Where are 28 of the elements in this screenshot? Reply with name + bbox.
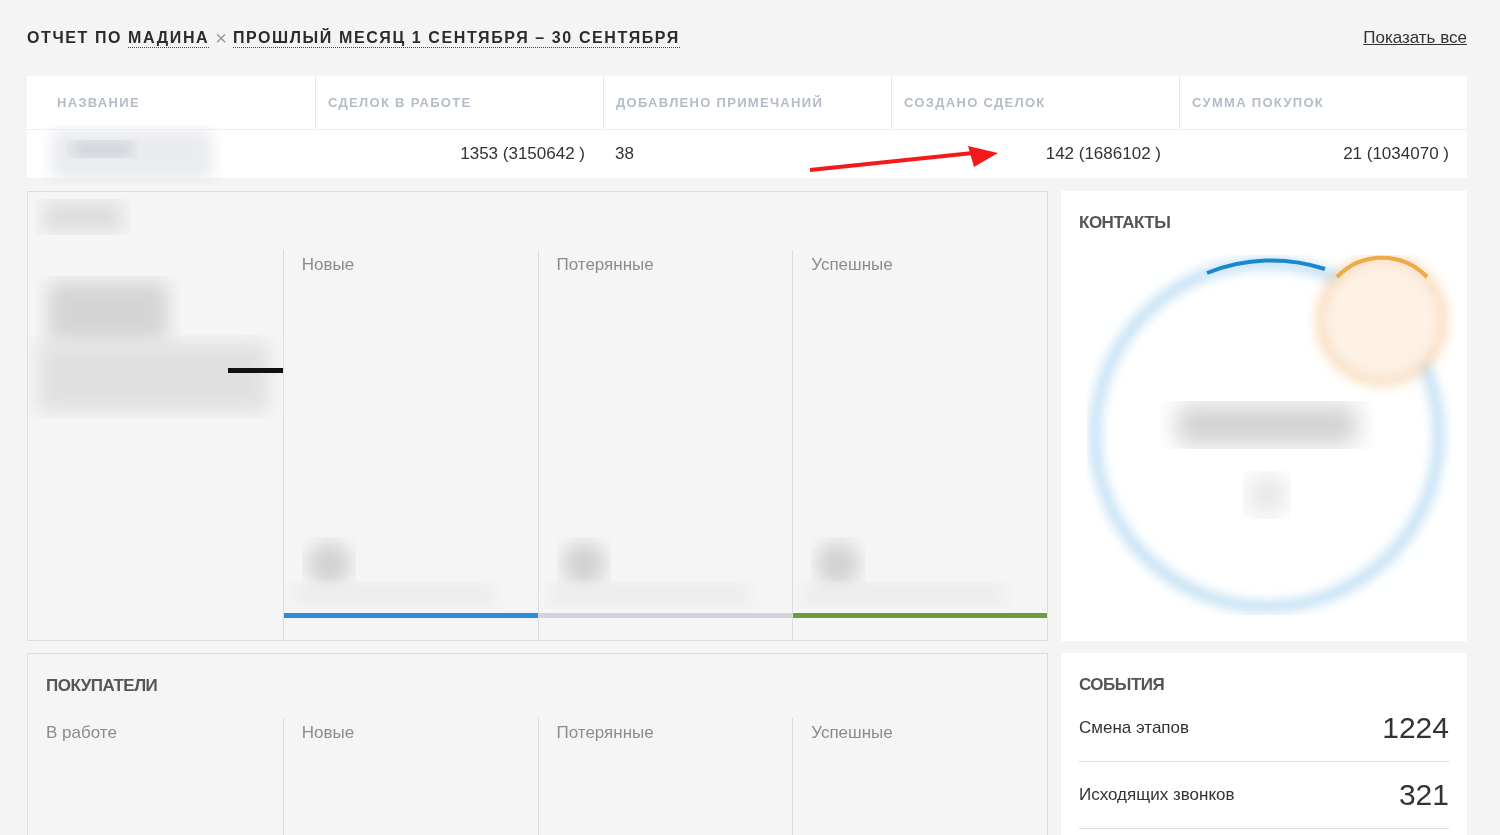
- stage-label: Потерянные: [555, 722, 655, 744]
- column-header[interactable]: СДЕЛОК В РАБОТЕ: [315, 76, 603, 129]
- event-label: Исходящих звонков: [1079, 785, 1235, 805]
- remove-filter-button[interactable]: ×: [215, 26, 227, 50]
- event-label: Смена этапов: [1079, 718, 1190, 738]
- event-count: 1224: [1382, 711, 1449, 745]
- column-header[interactable]: СУММА ПОКУПОК: [1179, 76, 1467, 129]
- period-filter-link[interactable]: ПРОШЛЫЙ МЕСЯЦ 1 СЕНТЯБРЯ – 30 СЕНТЯБРЯ: [232, 28, 680, 48]
- stage-label: Успешные: [810, 722, 894, 744]
- table-cell-text: 21 (1034070 ): [1342, 144, 1450, 164]
- stage-label: В работе: [45, 722, 118, 744]
- table-cell-text: 142 (1686102 ): [1044, 144, 1162, 164]
- panel-title: СОБЫТИЯ: [1079, 674, 1166, 695]
- column-header[interactable]: ДОБАВЛЕНО ПРИМЕЧАНИЙ: [603, 76, 891, 129]
- stage-label: Потерянные: [555, 254, 655, 276]
- table-cell-text: 1353 (3150642 ): [459, 144, 586, 164]
- stage-label: Новые: [300, 722, 356, 744]
- event-count: 321: [1398, 778, 1449, 812]
- user-filter-link[interactable]: МАДИНА: [128, 28, 210, 48]
- show-all-link[interactable]: Показать все: [1363, 28, 1467, 48]
- stage-label: Новые: [300, 254, 356, 276]
- panel-title: ПОКУПАТЕЛИ: [45, 675, 159, 696]
- stage-label: Успешные: [810, 254, 894, 276]
- column-header[interactable]: НАЗВАНИЕ: [27, 76, 315, 129]
- panel-title: КОНТАКТЫ: [1078, 212, 1172, 233]
- table-cell-text: 38: [614, 144, 635, 164]
- column-header[interactable]: СОЗДАНО СДЕЛОК: [891, 76, 1179, 129]
- report-label: ОТЧЕТ ПО: [27, 29, 123, 47]
